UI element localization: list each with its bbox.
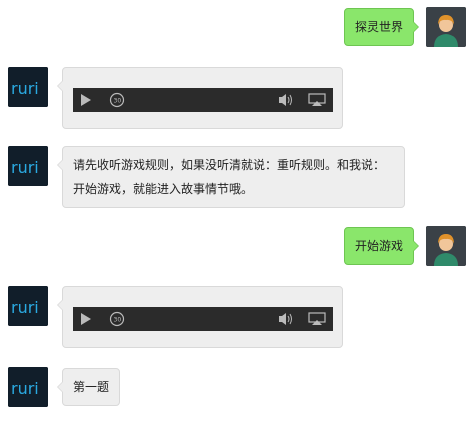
bot-avatar: ruri xyxy=(8,286,48,326)
bot-avatar: ruri xyxy=(8,146,48,186)
audio-player[interactable]: 30 xyxy=(73,307,333,331)
svg-text:30: 30 xyxy=(114,98,122,105)
bot-message-bubble: 第一题 xyxy=(56,368,121,406)
svg-text:ruri: ruri xyxy=(11,379,39,398)
user-message-bubble: 探灵世界 xyxy=(343,8,420,46)
bot-avatar: ruri xyxy=(8,367,48,407)
user-message-bubble: 开始游戏 xyxy=(343,227,420,265)
ruri-logo: ruri xyxy=(8,146,48,186)
message-line: 开始游戏，就能进入故事情节哦。 xyxy=(73,182,254,196)
audio-player[interactable]: 30 xyxy=(73,88,333,112)
bot-audio-bubble: 30 xyxy=(57,286,343,348)
message-text: 探灵世界 xyxy=(354,20,403,34)
bot-avatar: ruri xyxy=(8,67,48,107)
ruri-logo: ruri xyxy=(8,286,48,326)
message-line: 请先收听游戏规则，如果没听清就说：重听规则。和我说： xyxy=(73,158,386,172)
bot-message-bubble: 请先收听游戏规则，如果没听清就说：重听规则。和我说： 开始游戏，就能进入故事情节… xyxy=(57,146,405,208)
user-avatar xyxy=(426,7,466,47)
svg-text:ruri: ruri xyxy=(11,79,39,98)
bot-audio-bubble: 30 xyxy=(57,67,343,129)
svg-text:ruri: ruri xyxy=(11,158,39,177)
ruri-logo: ruri xyxy=(8,67,48,107)
ruri-logo: ruri xyxy=(8,367,48,407)
player-controls-svg: 30 xyxy=(81,92,326,108)
person-avatar-icon xyxy=(426,7,466,47)
user-avatar xyxy=(426,226,466,266)
volume-icon xyxy=(279,313,286,325)
volume-icon xyxy=(279,94,286,106)
svg-text:ruri: ruri xyxy=(11,298,39,317)
player-controls-svg: 30 xyxy=(81,311,326,327)
message-text: 第一题 xyxy=(73,380,110,394)
message-text: 开始游戏 xyxy=(354,239,403,253)
svg-text:30: 30 xyxy=(114,317,122,324)
person-avatar-icon xyxy=(426,226,466,266)
play-icon xyxy=(81,94,91,106)
play-icon xyxy=(81,313,91,325)
